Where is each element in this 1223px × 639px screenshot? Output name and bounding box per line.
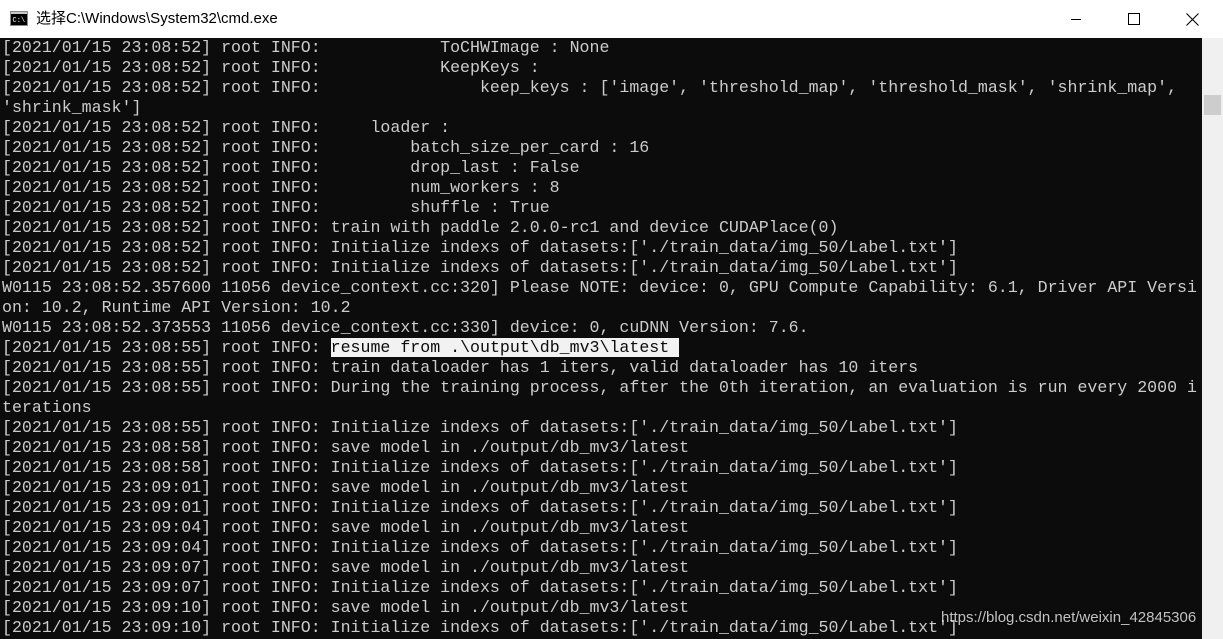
console-line: [2021/01/15 23:08:52] root INFO: ToCHWIm… (2, 38, 610, 57)
console-line: [2021/01/15 23:08:52] root INFO: loader … (2, 118, 451, 137)
console-line-with-selection: [2021/01/15 23:08:55] root INFO: resume … (2, 338, 1197, 358)
console-line: [2021/01/15 23:08:52] root INFO: train w… (2, 218, 839, 237)
console-line: [2021/01/15 23:08:55] root INFO: During … (2, 378, 1197, 397)
console-line: [2021/01/15 23:08:52] root INFO: KeepKey… (2, 58, 540, 77)
minimize-button[interactable] (1047, 0, 1105, 38)
console-line: [2021/01/15 23:08:52] root INFO: shuffle… (2, 198, 550, 217)
console-line: [2021/01/15 23:08:58] root INFO: save mo… (2, 438, 690, 457)
console-lines: [2021/01/15 23:08:52] root INFO: ToCHWIm… (2, 38, 1197, 638)
watermark: https://blog.csdn.net/weixin_42845306 (941, 609, 1197, 626)
console-line: [2021/01/15 23:08:58] root INFO: Initial… (2, 458, 958, 477)
console-line: [2021/01/15 23:09:07] root INFO: save mo… (2, 558, 690, 577)
console-line: [2021/01/15 23:08:52] root INFO: Initial… (2, 238, 958, 257)
console-line: [2021/01/15 23:09:01] root INFO: Initial… (2, 498, 958, 517)
console-line: [2021/01/15 23:09:04] root INFO: Initial… (2, 538, 958, 557)
console-line: [2021/01/15 23:08:55] root INFO: Initial… (2, 418, 958, 437)
console-line: W0115 23:08:52.373553 11056 device_conte… (2, 318, 809, 337)
maximize-button[interactable] (1105, 0, 1163, 38)
maximize-icon (1128, 13, 1140, 25)
svg-text:C:\: C:\ (13, 17, 26, 25)
console-line: [2021/01/15 23:09:01] root INFO: save mo… (2, 478, 690, 497)
console-line: terations (2, 398, 92, 417)
console-line-prefix: [2021/01/15 23:08:55] root INFO: (2, 338, 331, 357)
minimize-icon (1071, 19, 1081, 20)
console-line: [2021/01/15 23:09:04] root INFO: save mo… (2, 518, 690, 537)
console-output[interactable]: [2021/01/15 23:08:52] root INFO: ToCHWIm… (0, 38, 1202, 639)
console-line: 'shrink_mask'] (2, 98, 142, 117)
console-line: [2021/01/15 23:08:52] root INFO: batch_s… (2, 138, 650, 157)
window-title: 选择C:\Windows\System32\cmd.exe (36, 10, 278, 27)
selected-text[interactable]: resume from .\output\db_mv3\latest (330, 338, 680, 357)
console-line: W0115 23:08:52.357600 11056 device_conte… (2, 278, 1197, 297)
title-bar[interactable]: C:\ 选择C:\Windows\System32\cmd.exe (0, 0, 1223, 38)
cmd-window: C:\ 选择C:\Windows\System32\cmd.exe [2021/… (0, 0, 1223, 639)
close-button[interactable] (1163, 0, 1221, 38)
console-line: [2021/01/15 23:09:07] root INFO: Initial… (2, 578, 958, 597)
console-line: on: 10.2, Runtime API Version: 10.2 (2, 298, 351, 317)
console-line: [2021/01/15 23:08:52] root INFO: drop_la… (2, 158, 580, 177)
console-line: [2021/01/15 23:08:52] root INFO: num_wor… (2, 178, 560, 197)
console-line: [2021/01/15 23:08:55] root INFO: train d… (2, 358, 919, 377)
cmd-icon: C:\ (10, 11, 28, 26)
console-line: [2021/01/15 23:08:52] root INFO: Initial… (2, 258, 958, 277)
console-line: [2021/01/15 23:08:52] root INFO: keep_ke… (2, 78, 1178, 97)
vertical-scrollbar[interactable] (1202, 38, 1223, 639)
scrollbar-thumb[interactable] (1204, 95, 1221, 115)
close-icon (1185, 12, 1199, 26)
